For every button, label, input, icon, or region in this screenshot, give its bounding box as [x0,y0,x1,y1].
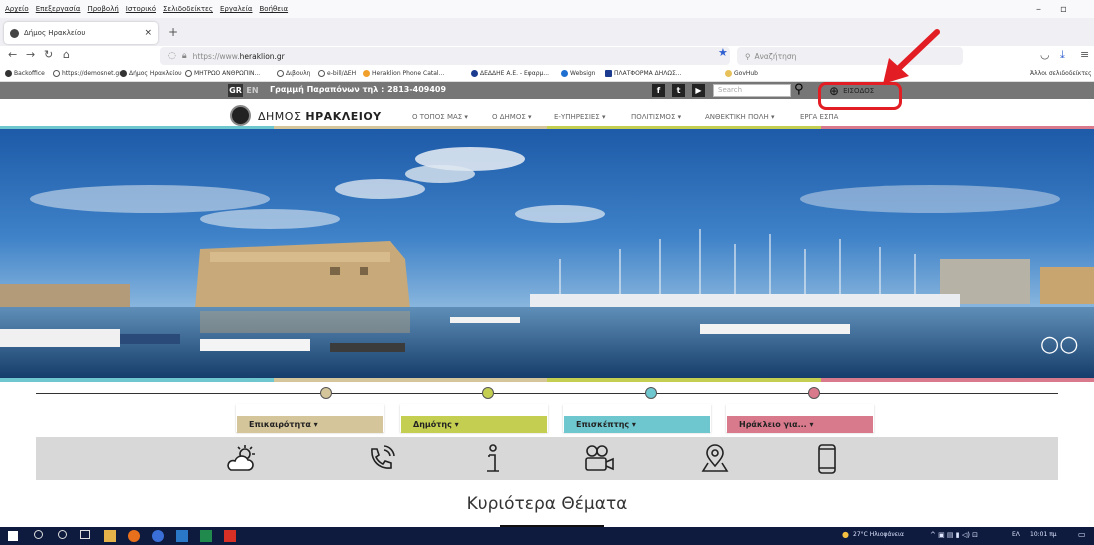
info-icon[interactable] [476,443,510,475]
shield-icon: ◌ [168,51,176,61]
firefox-icon[interactable] [128,530,140,542]
windows-start-icon[interactable] [8,531,18,541]
pdf-icon[interactable] [224,530,236,542]
main-topics-heading: Κυριότερα Θέματα [466,494,628,514]
lang-gr-button[interactable]: GR [228,84,243,97]
weather-icon[interactable] [224,443,258,475]
quick-icons-bar [36,437,1058,480]
nav-e-services[interactable]: Ε-ΥΠΗΡΕΣΙΕΣ ▾ [554,113,605,121]
nav-our-place[interactable]: Ο ΤΟΠΟΣ ΜΑΣ ▾ [412,113,468,121]
facebook-icon[interactable]: f [652,84,665,97]
search-icon[interactable] [34,530,43,539]
weather-status[interactable]: 27°C Ηλιοφάνεια [853,531,904,538]
browser-menubar: Αρχείο Επεξεργασία Προβολή Ιστορικό Σελι… [0,0,1094,18]
menu-file[interactable]: Αρχείο [5,5,29,13]
site-favicon-icon [10,28,19,38]
download-icon[interactable]: ⤓ [1060,48,1065,62]
bookmark-item[interactable]: Backoffice [5,70,45,77]
map-pin-icon[interactable] [698,443,732,475]
svg-text:○○: ○○ [1040,332,1078,357]
weather-sun-icon: ● [842,530,849,539]
site-brand[interactable]: ΔΗΜΟΣ ΗΡΑΚΛΕΙΟΥ [258,110,382,123]
pocket-icon[interactable]: ◡ [1040,48,1050,61]
twitter-icon[interactable]: t [672,84,685,97]
maximize-icon[interactable]: ▫ [1060,4,1067,15]
menu-help[interactable]: Βοήθεια [260,5,289,13]
url-bar[interactable]: ◌ 🔒︎ https://www. heraklion.gr [160,47,730,65]
nav-culture[interactable]: ΠΟΛΙΤΙΣΜΟΣ ▾ [631,113,681,121]
site-search-input[interactable]: Search [713,84,791,97]
category-news-button[interactable]: Επικαιρότητα ▾ [237,416,383,433]
bookmark-star-icon[interactable]: ★ [718,46,728,59]
task-view-icon[interactable] [80,530,90,539]
menu-bookmarks[interactable]: Σελιδοδείκτες [163,5,213,13]
browser-search-placeholder: Αναζήτηση [754,51,797,61]
url-domain: heraklion.gr [239,51,285,61]
carousel-dot[interactable] [482,387,494,399]
video-camera-icon[interactable] [582,443,616,475]
url-prefix: https://www. [192,51,240,61]
menu-edit[interactable]: Επεξεργασία [36,5,81,13]
back-icon[interactable]: ← [8,48,17,61]
category-citizen-button[interactable]: Δημότης ▾ [401,416,547,433]
menu-history[interactable]: Ιστορικό [126,5,156,13]
annotation-arrow-icon [883,29,940,84]
search-icon: ⚲ [745,51,751,61]
municipality-logo-icon[interactable] [230,105,251,126]
notifications-icon[interactable]: ▭ [1078,530,1086,539]
new-tab-icon[interactable]: + [168,25,178,39]
close-tab-icon[interactable]: × [144,28,152,38]
menu-hamburger-icon[interactable]: ≡ [1080,48,1089,61]
bookmark-item[interactable]: ΔΕΔΔΗΕ Α.Ε. - Εφαρμ... [471,70,549,77]
input-language[interactable]: ΕΛ [1012,531,1020,538]
complaints-hotline: Γραμμή Παραπόνων τηλ : 2813-409409 [270,85,447,94]
bookmark-item[interactable]: Διβουλη [277,70,310,77]
web-page: GR EN Γραμμή Παραπόνων τηλ : 2813-409409… [0,82,1094,527]
reload-icon[interactable]: ↻ [44,48,53,61]
nav-resilient-city[interactable]: ΑΝΘΕΚΤΙΚΗ ΠΟΛΗ ▾ [705,113,775,121]
youtube-icon[interactable]: ▶ [692,84,705,97]
browser-tab[interactable]: Δήμος Ηρακλείου × [4,22,158,44]
category-heraklion-for-button[interactable]: Ηράκλειο για... ▾ [727,416,873,433]
tray-icons[interactable]: ^ ▣ ▤ ▮ ◁) ⊡ [930,531,978,539]
bookmark-item[interactable]: Δήμος Ηρακλείου [120,70,182,77]
other-bookmarks[interactable]: Άλλοι σελιδοδείκτες [1030,70,1092,77]
word-icon[interactable] [176,530,188,542]
clock[interactable]: 10:01 πμ [1030,531,1057,538]
home-icon[interactable]: ⌂ [63,48,70,61]
menu-tools[interactable]: Εργαλεία [220,5,253,13]
phone-icon[interactable] [364,443,398,475]
bookmark-item[interactable]: GovHub [725,70,758,77]
carousel-dot[interactable] [808,387,820,399]
carousel-dot[interactable] [320,387,332,399]
carousel-line [36,393,1058,394]
bookmark-item[interactable]: https://demosnet.gr/ [53,70,124,77]
bookmark-item[interactable]: ΠΛΑΤΦΟΡΜΑ ΔΗΛΩΣ... [605,70,681,77]
carousel-dot[interactable] [645,387,657,399]
nav-espa-projects[interactable]: ΕΡΓΑ ΕΣΠΑ [800,113,838,121]
file-explorer-icon[interactable] [104,530,116,542]
lock-icon: 🔒︎ [181,51,187,61]
cortana-icon[interactable] [58,530,67,539]
tab-title: Δήμος Ηρακλείου [24,29,86,37]
category-visitor-button[interactable]: Επισκέπτης ▾ [564,416,710,433]
hero-harbour-image: ○○ [0,129,1094,378]
search-icon[interactable]: ⚲ [794,82,804,97]
forward-icon[interactable]: → [26,48,35,61]
menu-view[interactable]: Προβολή [87,5,118,13]
bookmark-item[interactable]: Heraklion Phone Catal... [363,70,444,77]
nav-municipality[interactable]: Ο ΔΗΜΟΣ ▾ [492,113,532,121]
excel-icon[interactable] [200,530,212,542]
windows-taskbar: ● 27°C Ηλιοφάνεια ^ ▣ ▤ ▮ ◁) ⊡ ΕΛ 10:01 … [0,527,1094,545]
bookmark-item[interactable]: e-bill/ΔΕΗ [318,70,356,77]
color-strip-bottom [0,378,1094,382]
edge-icon[interactable] [152,530,164,542]
mobile-icon[interactable] [810,443,844,475]
lang-en-button[interactable]: EN [245,84,260,97]
bookmark-item[interactable]: Websign [561,70,596,77]
minimize-icon[interactable]: – [1036,4,1041,15]
bookmark-item[interactable]: ΜΗΤΡΩΟ ΑΝΘΡΩΠΙΝ... [185,70,260,77]
